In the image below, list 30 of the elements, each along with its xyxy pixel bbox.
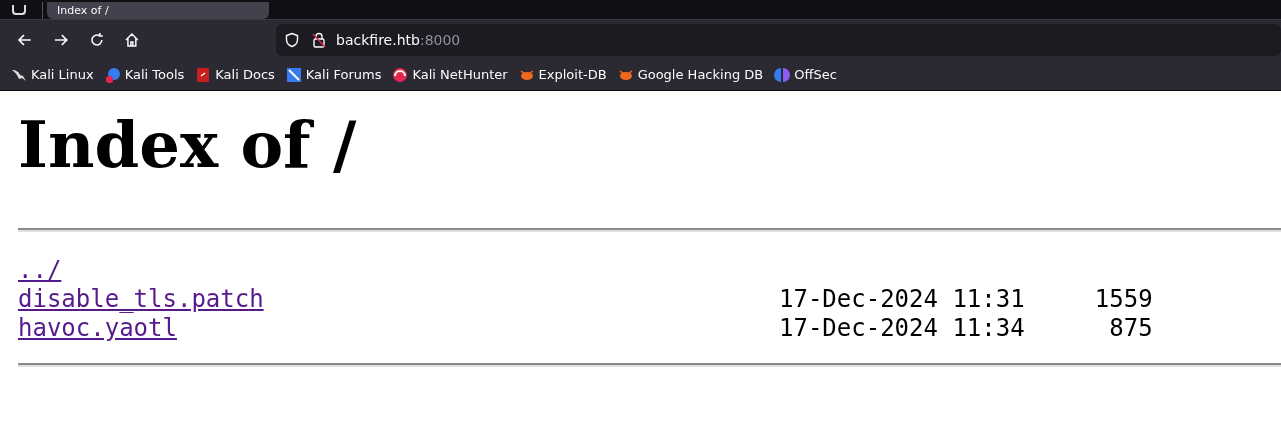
modified-date: 17-Dec-2024 11:34 xyxy=(779,314,1025,343)
file-link[interactable]: ../ xyxy=(18,256,62,284)
bookmark-link[interactable]: Kali Forums xyxy=(285,65,382,85)
url-host: backfire.htb xyxy=(336,30,420,50)
page-heading: Index of / xyxy=(18,113,358,177)
bookmark-link[interactable]: Kali Linux xyxy=(11,65,94,85)
modified-date: 17-Dec-2024 11:31 xyxy=(779,285,1025,314)
back-arrow-icon[interactable] xyxy=(17,32,33,48)
bookmark-link[interactable]: Kali NetHunter xyxy=(392,65,508,85)
url-port: :8000 xyxy=(419,30,461,50)
bookmark-link[interactable]: Google Hacking DB xyxy=(617,65,764,85)
bookmark-link[interactable]: Kali Tools xyxy=(104,65,185,85)
file-link[interactable]: havoc.yaotl xyxy=(18,314,177,342)
bookmark-link[interactable]: Exploit-DB xyxy=(518,65,607,85)
browser-tab[interactable]: Index of / xyxy=(47,2,269,19)
home-icon[interactable] xyxy=(124,32,141,48)
file-link[interactable]: disable_tls.patch xyxy=(18,285,264,313)
insecure-lock-icon xyxy=(312,32,327,48)
file-size: 875 xyxy=(1108,314,1153,343)
forward-arrow-icon[interactable] xyxy=(52,32,69,48)
dragon-icon xyxy=(11,67,27,83)
address-bar[interactable]: backfire.htb:8000 xyxy=(276,24,1281,56)
bookmark-link[interactable]: Kali Docs xyxy=(195,65,275,85)
window-menu-icon[interactable] xyxy=(12,5,26,15)
reload-icon[interactable] xyxy=(88,32,105,48)
split-circle-icon xyxy=(774,67,791,83)
file-size: 1559 xyxy=(1093,285,1153,314)
shield-icon xyxy=(284,32,301,48)
bookmark-link[interactable]: OffSec xyxy=(774,65,837,85)
book-icon xyxy=(195,67,212,83)
